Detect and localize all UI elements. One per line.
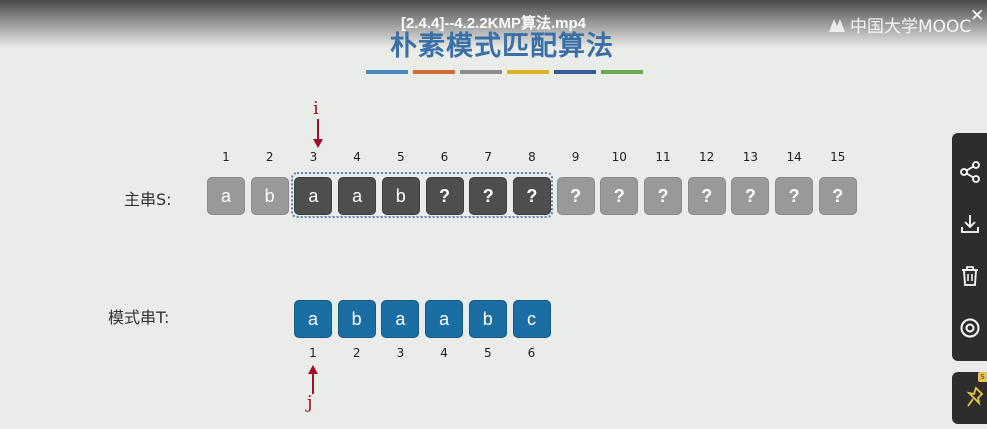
main-string-index: 8: [528, 150, 536, 164]
main-string-cell: ?: [775, 177, 814, 215]
pattern-string-index: 2: [352, 346, 361, 360]
main-string-index: 9: [571, 150, 580, 164]
main-string-index: 4: [353, 150, 361, 164]
pattern-string-cell: a: [294, 300, 332, 338]
download-button[interactable]: [952, 199, 987, 249]
color-strip-segment: [413, 70, 455, 74]
delete-icon: [961, 266, 978, 286]
close-icon[interactable]: ✕: [970, 8, 987, 25]
delete-button[interactable]: [952, 251, 987, 301]
settings-icon: [960, 318, 979, 338]
slide-title: 朴素模式匹配算法: [390, 31, 614, 62]
color-strip-segment: [507, 70, 549, 74]
pattern-string-index: 1: [309, 346, 317, 360]
pattern-string-cell: a: [381, 300, 420, 338]
pattern-string-index: 6: [527, 346, 536, 360]
main-string-index: 5: [396, 150, 405, 164]
pattern-string-index: 3: [396, 346, 405, 360]
comparison-window: [291, 172, 553, 218]
main-string-index: 1: [222, 150, 230, 164]
download-icon: [960, 215, 979, 233]
main-string-index: 14: [786, 150, 802, 164]
side-toolbar: [952, 133, 987, 361]
pattern-string-cell: b: [337, 300, 376, 338]
pointer-j-label: j: [307, 392, 313, 413]
main-string-index: 3: [309, 150, 318, 164]
main-string-cell: ?: [731, 177, 770, 215]
main-string-index: 10: [611, 150, 627, 164]
pattern-string-index: 5: [483, 346, 492, 360]
main-string-index: 12: [699, 150, 715, 164]
main-string-index: 15: [830, 150, 846, 164]
main-string-label: 主串S:: [124, 190, 172, 209]
main-string-cell: ?: [644, 177, 682, 215]
main-string-index: 2: [265, 150, 274, 164]
main-string-cell: ?: [556, 177, 595, 215]
main-string-index: 11: [655, 150, 671, 164]
pattern-string-index: 4: [440, 346, 448, 360]
main-string-cell: a: [207, 177, 245, 215]
main-string-index: 6: [440, 150, 449, 164]
share-button[interactable]: [952, 147, 987, 197]
settings-button[interactable]: [952, 303, 987, 353]
pattern-string-cell: b: [468, 300, 507, 338]
main-string-cell: ?: [818, 177, 857, 215]
color-strip-segment: [601, 70, 643, 74]
color-strip-segment: [366, 70, 408, 74]
color-strip-segment: [554, 70, 596, 74]
main-string-index: 13: [742, 150, 759, 164]
title-color-strip: [366, 70, 648, 74]
share-icon: [959, 161, 980, 183]
pattern-string-label: 模式串T:: [108, 308, 170, 327]
pattern-string-cell: c: [512, 300, 551, 338]
pointer-j-arrow-icon: [308, 365, 318, 394]
pin-icon: [966, 386, 984, 407]
main-string-cell: b: [250, 177, 289, 215]
color-strip-segment: [460, 70, 502, 74]
pointer-i-label: i: [313, 98, 319, 119]
pattern-string-cell: a: [425, 300, 464, 338]
pin-badge: S: [978, 372, 987, 382]
main-string-cell: ?: [600, 177, 639, 215]
main-string-index: 7: [484, 150, 492, 164]
main-string-cell: ?: [687, 177, 726, 215]
pointer-i-arrow-icon: [313, 119, 323, 148]
